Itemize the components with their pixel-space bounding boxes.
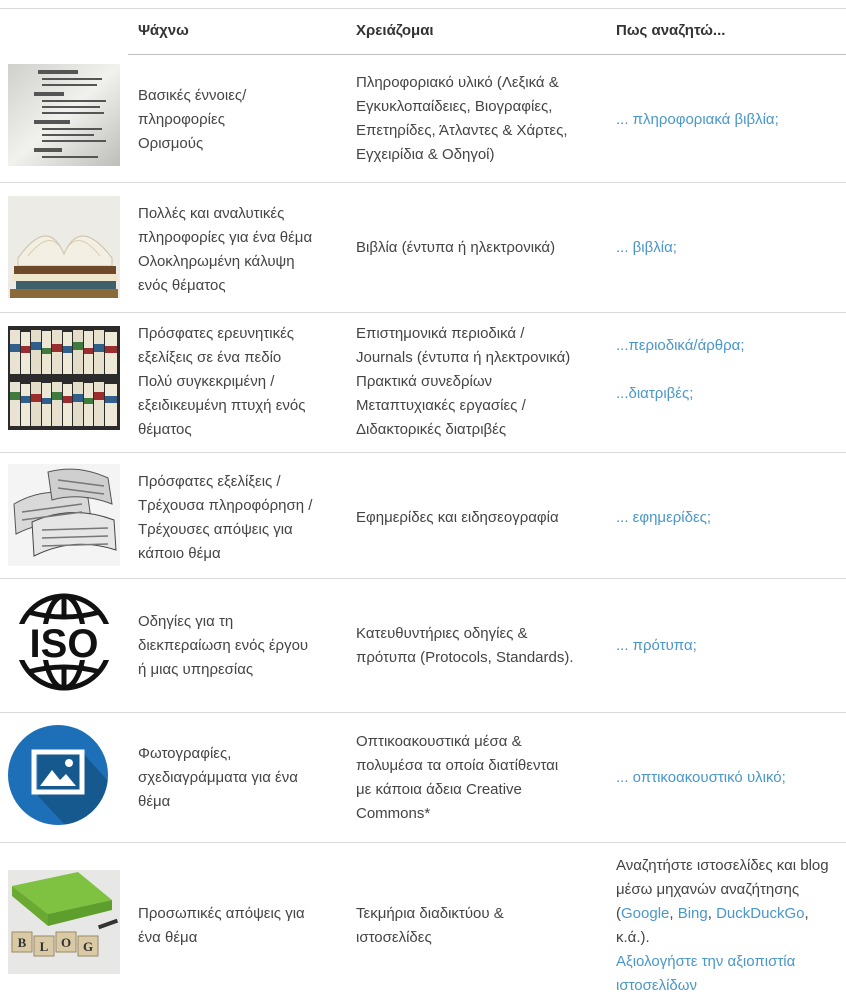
search-text: μέσω μηχανών αναζήτησης [616, 881, 800, 898]
need-newspapers: Εφημερίδες και ειδησεογραφία [356, 509, 559, 526]
need-line: πρότυπα (Protocols, Standards). [356, 649, 574, 666]
link-reference-books[interactable]: ... πληροφοριακά βιβλία; [616, 108, 846, 132]
link-google[interactable]: Google [621, 905, 669, 922]
seek-line: ή μιας υπηρεσίας [138, 661, 254, 678]
books-photo [8, 196, 120, 298]
link-journals-articles[interactable]: ...περιοδικά/άρθρα; [616, 334, 846, 358]
seek-line: εξελίξεις σε ένα πεδίο [138, 349, 282, 366]
header-seek: Ψάχνω [138, 22, 189, 39]
need-line: ιστοσελίδες [356, 929, 432, 946]
seek-line: εξειδικευμένη πτυχή ενός [138, 397, 306, 414]
row-divider [0, 712, 846, 713]
need-line: Πρακτικά συνεδρίων [356, 373, 493, 390]
top-divider [0, 8, 846, 9]
need-audiovisual: Οπτικοακουστικά μέσα & πολυμέσα τα οποία… [356, 730, 601, 826]
seek-line: Πολλές και αναλυτικές [138, 205, 285, 222]
need-line: Εγκυκλοπαίδειες, Βιογραφίες, [356, 98, 553, 115]
need-line: Commons* [356, 805, 431, 822]
link-bing[interactable]: Bing [678, 905, 708, 922]
seek-project-guidelines: Οδηγίες για τη διεκπεραίωση ενός έργου ή… [138, 610, 343, 682]
need-line: πολυμέσα τα οποία διατίθενται [356, 757, 559, 774]
blog-letter: O [61, 935, 71, 950]
link-audiovisual[interactable]: ... οπτικοακουστικό υλικό; [616, 766, 846, 790]
need-line: Πληροφοριακό υλικό (Λεξικά & [356, 74, 559, 91]
iso-globe-icon: ISO [8, 590, 120, 696]
seek-line: Βασικές έννοιες/ [138, 87, 247, 104]
need-books: Βιβλία (έντυπα ή ηλεκτρονικά) [356, 239, 556, 256]
search-engines-line: (Google, Bing, DuckDuckGo, [616, 902, 846, 926]
header-need: Χρειάζομαι [356, 22, 434, 39]
seek-line: θέμα [138, 793, 171, 810]
seek-line: θέματος [138, 421, 192, 438]
need-reference-material: Πληροφοριακό υλικό (Λεξικά & Εγκυκλοπαίδ… [356, 71, 601, 167]
seek-current-news: Πρόσφατες εξελίξεις / Τρέχουσα πληροφόρη… [138, 470, 343, 566]
seek-photos-diagrams: Φωτογραφίες, σχεδιαγράμματα για ένα θέμα [138, 742, 343, 814]
row-divider [0, 312, 846, 313]
link-standards[interactable]: ... πρότυπα; [616, 634, 846, 658]
need-web-resources: Τεκμήρια διαδικτύου & ιστοσελίδες [356, 902, 601, 950]
link-theses[interactable]: ...διατριβές; [616, 382, 846, 406]
separator: , [804, 905, 809, 922]
journals-photo [8, 326, 120, 430]
seek-line: πληροφορίες για ένα θέμα [138, 229, 313, 246]
link-books[interactable]: ... βιβλία; [616, 236, 846, 260]
need-line: Επιστημονικά περιοδικά / [356, 325, 525, 342]
seek-line: σχεδιαγράμματα για ένα [138, 769, 298, 786]
seek-line: Οδηγίες για τη [138, 613, 234, 630]
header-how: Πως αναζητώ... [616, 22, 726, 39]
seek-line: Ολοκληρωμένη κάλυψη [138, 253, 295, 270]
separator: , [707, 905, 717, 922]
seek-line: Πρόσφατες εξελίξεις / [138, 473, 281, 490]
need-line: Οπτικοακουστικά μέσα & [356, 733, 522, 750]
need-line: Κατευθυντήριες οδηγίες & [356, 625, 528, 642]
seek-line: Τρέχουσες απόψεις για [138, 521, 293, 538]
need-line: Τεκμήρια διαδικτύου & [356, 905, 504, 922]
link-newspapers[interactable]: ... εφημερίδες; [616, 506, 846, 530]
blog-letter: B [18, 935, 27, 950]
seek-line: Πολύ συγκεκριμένη / [138, 373, 275, 390]
seek-line: ενός θέματος [138, 277, 226, 294]
blog-photo: B L O G [8, 870, 120, 974]
dictionary-photo [8, 64, 120, 166]
row-divider [0, 182, 846, 183]
image-icon [8, 722, 120, 828]
need-line: Journals (έντυπα ή ηλεκτρονικά) [356, 349, 571, 366]
row-divider [0, 842, 846, 843]
seek-basic-concepts: Βασικές έννοιες/ πληροφορίες Ορισμούς [138, 84, 343, 156]
iso-text: ISO [30, 622, 99, 666]
need-standards: Κατευθυντήριες οδηγίες & πρότυπα (Protoc… [356, 622, 601, 670]
blog-letter: L [40, 939, 49, 954]
seek-line: Τρέχουσα πληροφόρηση / [138, 497, 313, 514]
seek-line: διεκπεραίωση ενός έργου [138, 637, 309, 654]
seek-line: Προσωπικές απόψεις για [138, 905, 305, 922]
seek-line: Πρόσφατες ερευνητικές [138, 325, 294, 342]
header-divider [128, 54, 846, 55]
search-text: Αναζητήστε ιστοσελίδες και blog [616, 857, 829, 874]
seek-line: πληροφορίες [138, 111, 225, 128]
need-line: Εγχειρίδια & Οδηγοί) [356, 146, 495, 163]
need-line: Διδακτορικές διατριβές [356, 421, 507, 438]
need-line: Μεταπτυχιακές εργασίες / [356, 397, 526, 414]
separator: , [669, 905, 678, 922]
link-duckduckgo[interactable]: DuckDuckGo [716, 905, 804, 922]
newspapers-photo [8, 464, 120, 566]
seek-line: κάποιο θέμα [138, 545, 221, 562]
need-line: Επετηρίδες, Άτλαντες & Χάρτες, [356, 122, 568, 139]
seek-detailed-info: Πολλές και αναλυτικές πληροφορίες για έν… [138, 202, 343, 298]
seek-recent-research: Πρόσφατες ερευνητικές εξελίξεις σε ένα π… [138, 322, 343, 442]
link-evaluate-websites[interactable]: ιστοσελίδων [616, 974, 846, 998]
seek-line: Φωτογραφίες, [138, 745, 232, 762]
seek-line: Ορισμούς [138, 135, 204, 152]
row-divider [0, 452, 846, 453]
seek-line: ένα θέμα [138, 929, 198, 946]
search-instructions: Αναζητήστε ιστοσελίδες και blog μέσω μηχ… [616, 854, 846, 998]
search-text: κ.ά.). [616, 929, 650, 946]
need-journals: Επιστημονικά περιοδικά / Journals (έντυπ… [356, 322, 601, 442]
link-evaluate-websites[interactable]: Αξιολογήστε την αξιοπιστία [616, 950, 846, 974]
blog-letter: G [83, 939, 93, 954]
row-divider [0, 578, 846, 579]
need-line: με κάποια άδεια Creative [356, 781, 522, 798]
seek-personal-opinions: Προσωπικές απόψεις για ένα θέμα [138, 902, 343, 950]
